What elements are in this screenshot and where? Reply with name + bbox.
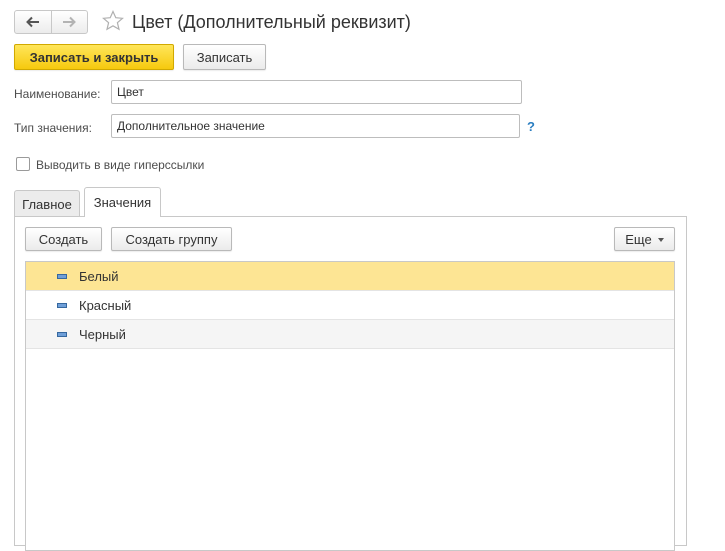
- list-item-label: Черный: [79, 326, 126, 342]
- value-type-label: Тип значения:: [14, 121, 92, 135]
- list-item[interactable]: Белый: [26, 262, 674, 291]
- list-item-icon: [57, 303, 67, 308]
- create-button[interactable]: Создать: [25, 227, 102, 251]
- hyperlink-label[interactable]: Выводить в виде гиперссылки: [36, 157, 204, 173]
- forward-arrow-icon: [63, 16, 77, 28]
- list-item-label: Белый: [79, 268, 119, 284]
- back-arrow-icon: [25, 16, 39, 28]
- values-list[interactable]: Белый Красный Черный: [25, 261, 675, 551]
- name-field[interactable]: Цвет: [111, 80, 522, 104]
- list-item[interactable]: Красный: [26, 291, 674, 320]
- save-button[interactable]: Записать: [183, 44, 266, 70]
- more-menu-button[interactable]: Еще: [614, 227, 675, 251]
- more-label: Еще: [625, 231, 652, 247]
- value-type-field[interactable]: Дополнительное значение: [111, 114, 520, 138]
- hyperlink-checkbox[interactable]: [16, 157, 30, 171]
- list-item-label: Красный: [79, 297, 132, 313]
- back-button[interactable]: [15, 11, 51, 33]
- page-title: Цвет (Дополнительный реквизит): [132, 12, 411, 32]
- tab-main[interactable]: Главное: [14, 190, 80, 217]
- history-nav: [14, 10, 88, 34]
- dropdown-caret-icon: [657, 238, 664, 242]
- forward-button[interactable]: [50, 11, 88, 33]
- favorite-star-icon[interactable]: [101, 9, 125, 33]
- list-item[interactable]: Черный: [26, 320, 674, 349]
- create-group-button[interactable]: Создать группу: [111, 227, 232, 251]
- list-item-icon: [57, 332, 67, 337]
- list-item-icon: [57, 274, 67, 279]
- help-icon[interactable]: ?: [527, 119, 535, 134]
- save-and-close-button[interactable]: Записать и закрыть: [14, 44, 174, 70]
- name-label: Наименование:: [14, 87, 101, 101]
- tab-values[interactable]: Значения: [84, 187, 161, 217]
